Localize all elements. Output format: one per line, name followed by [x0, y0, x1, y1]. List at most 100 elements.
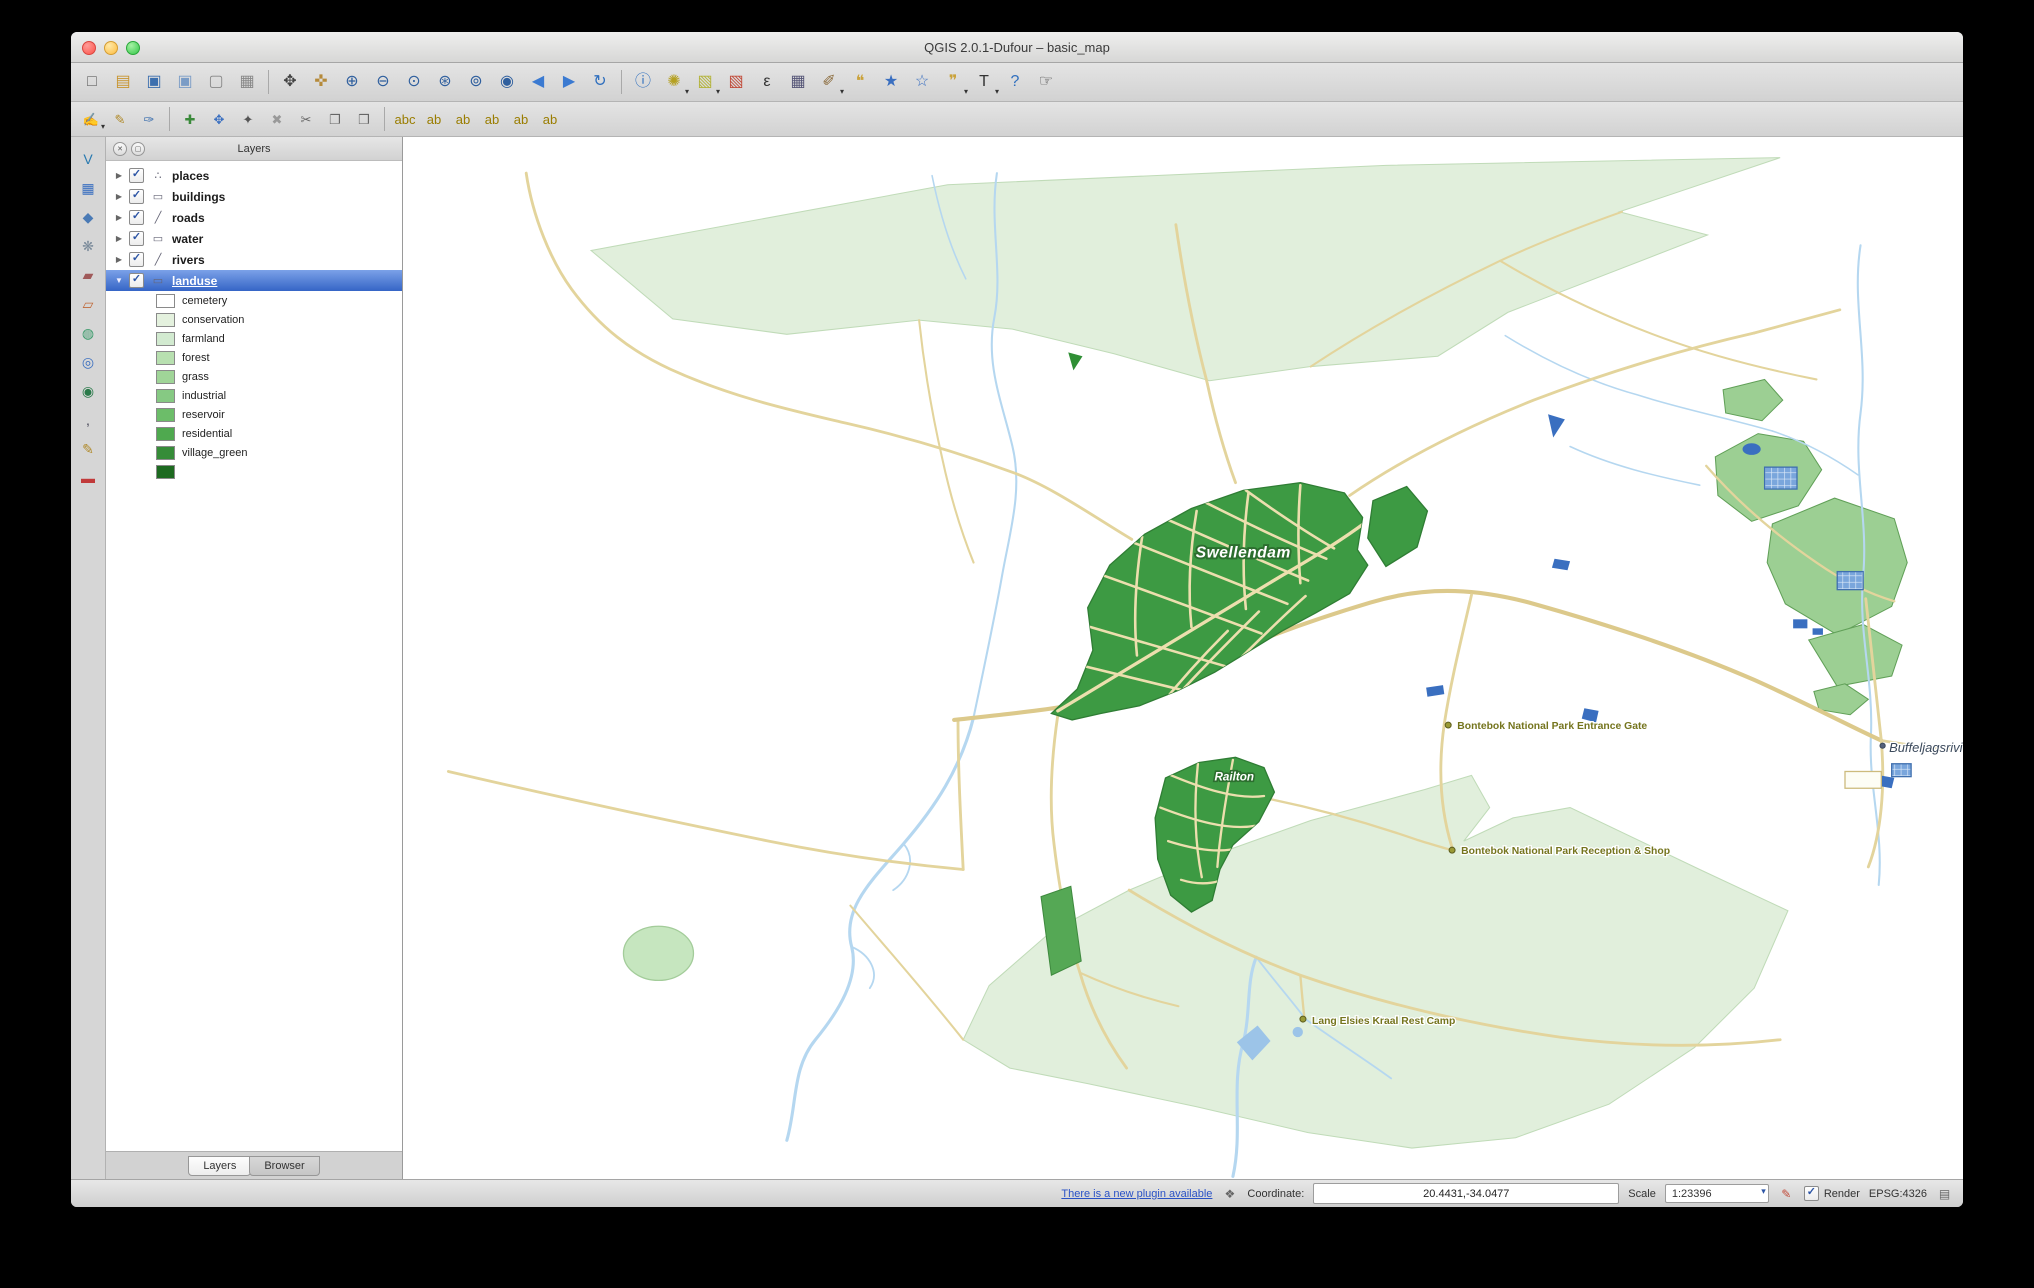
expand-caret-icon[interactable]: ▶ [113, 192, 125, 201]
cut-features-button[interactable]: ✂ [292, 106, 320, 132]
add-raster-layer-button[interactable]: ▦ [75, 176, 101, 200]
messages-icon[interactable]: ▤ [1936, 1185, 1953, 1202]
add-wcs-layer-button[interactable]: ◎ [75, 350, 101, 374]
close-button[interactable] [82, 41, 96, 55]
legend-item-reservoir[interactable]: reservoir [106, 405, 402, 424]
layer-checkbox[interactable]: ✓ [129, 189, 144, 204]
layers-panel-header[interactable]: ✕ ▢ Layers [106, 137, 402, 161]
layer-checkbox[interactable]: ✓ [129, 210, 144, 225]
select-features-button[interactable]: ▧ ▾ [690, 67, 720, 97]
panel-float-button[interactable]: ▢ [131, 142, 145, 156]
current-edits-button[interactable]: ✍ ▾ [77, 106, 105, 132]
layer-item-rivers[interactable]: ▶ ✓ ╱ rivers [106, 249, 402, 270]
layer-item-landuse[interactable]: ▼ ✓ ▭ landuse [106, 270, 402, 291]
layer-item-buildings[interactable]: ▶ ✓ ▭ buildings [106, 186, 402, 207]
pan-map-button[interactable]: ✥ [275, 67, 305, 97]
legend-item-village-green[interactable]: village_green [106, 443, 402, 462]
add-oracle-layer-button[interactable]: ▱ [75, 292, 101, 316]
zoom-to-layer-button[interactable]: ◉ [492, 67, 522, 97]
zoom-next-button[interactable]: ▶ [554, 67, 584, 97]
layer-item-roads[interactable]: ▶ ✓ ╱ roads [106, 207, 402, 228]
plugin-icon[interactable]: ❖ [1221, 1185, 1238, 1202]
zoom-full-button[interactable]: ⊛ [430, 67, 460, 97]
new-bookmark-button[interactable]: ★ [876, 67, 906, 97]
toggle-editing-button[interactable]: ✎ [106, 106, 134, 132]
expand-caret-icon[interactable]: ▶ [113, 234, 125, 243]
map-canvas[interactable]: Swellendam Railton Bontebok National Par… [403, 137, 1963, 1179]
zoom-to-selection-button[interactable]: ⊚ [461, 67, 491, 97]
legend-item-unlabeled[interactable] [106, 462, 402, 481]
save-project-as-button[interactable]: ▣ [170, 67, 200, 97]
legend-item-forest[interactable]: forest [106, 348, 402, 367]
deselect-features-button[interactable]: ▧ [721, 67, 751, 97]
layer-checkbox[interactable]: ✓ [129, 252, 144, 267]
add-wfs-layer-button[interactable]: ◉ [75, 379, 101, 403]
expand-caret-icon[interactable]: ▶ [113, 171, 125, 180]
delete-selected-button[interactable]: ✖ [263, 106, 291, 132]
save-edits-button[interactable]: ✑ [135, 106, 163, 132]
legend-item-conservation[interactable]: conservation [106, 310, 402, 329]
add-feature-button[interactable]: ✚ [176, 106, 204, 132]
zoom-button[interactable] [126, 41, 140, 55]
label-rotate-button[interactable]: ab [507, 106, 535, 132]
labeling-button[interactable]: abc [391, 106, 419, 132]
show-bookmarks-button[interactable]: ☆ [907, 67, 937, 97]
legend-item-cemetery[interactable]: cemetery [106, 291, 402, 310]
render-checkbox[interactable]: ✓ Render [1804, 1186, 1860, 1201]
title-bar[interactable]: QGIS 2.0.1-Dufour – basic_map [71, 32, 1963, 63]
expand-caret-icon[interactable]: ▼ [113, 276, 125, 285]
label-move-button[interactable]: ab [478, 106, 506, 132]
plugin-link[interactable]: There is a new plugin available [1061, 1188, 1212, 1200]
zoom-last-button[interactable]: ◀ [523, 67, 553, 97]
refresh-map-button[interactable]: ↻ [585, 67, 615, 97]
tab-layers[interactable]: Layers [188, 1156, 251, 1176]
legend-item-grass[interactable]: grass [106, 367, 402, 386]
measure-button[interactable]: ✐ ▾ [814, 67, 844, 97]
paste-features-button[interactable]: ❒ [350, 106, 378, 132]
add-csv-layer-button[interactable]: , [75, 408, 101, 432]
layer-item-places[interactable]: ▶ ✓ ∴ places [106, 165, 402, 186]
text-annotation-button[interactable]: T ▾ [969, 67, 999, 97]
node-tool-button[interactable]: ✦ [234, 106, 262, 132]
add-postgis-layer-button[interactable]: ◆ [75, 205, 101, 229]
add-spatialite-layer-button[interactable]: ❋ [75, 234, 101, 258]
zoom-actual-button[interactable]: ⊙ [399, 67, 429, 97]
new-shapefile-layer-button[interactable]: ✎ [75, 437, 101, 461]
layer-item-water[interactable]: ▶ ✓ ▭ water [106, 228, 402, 249]
whats-this-button[interactable]: ☞ [1031, 67, 1061, 97]
label-properties-button[interactable]: ab [536, 106, 564, 132]
layer-checkbox[interactable]: ✓ [129, 273, 144, 288]
attribute-table-button[interactable]: ▦ [783, 67, 813, 97]
copy-features-button[interactable]: ❐ [321, 106, 349, 132]
zoom-out-button[interactable]: ⊖ [368, 67, 398, 97]
label-pin-button[interactable]: ab [420, 106, 448, 132]
legend-item-farmland[interactable]: farmland [106, 329, 402, 348]
add-mssql-layer-button[interactable]: ▰ [75, 263, 101, 287]
draw-icon[interactable]: ✎ [1778, 1185, 1795, 1202]
coordinate-input[interactable] [1313, 1183, 1619, 1204]
add-wms-layer-button[interactable]: ◍ [75, 321, 101, 345]
new-project-button[interactable]: □ [77, 67, 107, 97]
panel-close-button[interactable]: ✕ [113, 142, 127, 156]
feature-action-button[interactable]: ✺ ▾ [659, 67, 689, 97]
minimize-button[interactable] [104, 41, 118, 55]
tab-browser[interactable]: Browser [249, 1156, 319, 1176]
layer-checkbox[interactable]: ✓ [129, 168, 144, 183]
help-button[interactable]: ? [1000, 67, 1030, 97]
add-vector-layer-button[interactable]: V [75, 147, 101, 171]
pan-to-selection-button[interactable]: ✜ [306, 67, 336, 97]
save-project-button[interactable]: ▣ [139, 67, 169, 97]
legend-item-industrial[interactable]: industrial [106, 386, 402, 405]
remove-layer-button[interactable]: ▬ [75, 466, 101, 490]
expand-caret-icon[interactable]: ▶ [113, 213, 125, 222]
new-composer-button[interactable]: ▢ [201, 67, 231, 97]
expand-caret-icon[interactable]: ▶ [113, 255, 125, 264]
move-feature-button[interactable]: ✥ [205, 106, 233, 132]
map-tips-button[interactable]: ❝ [845, 67, 875, 97]
annotation-button[interactable]: ❞ ▾ [938, 67, 968, 97]
composer-manager-button[interactable]: ▦ [232, 67, 262, 97]
legend-item-residential[interactable]: residential [106, 424, 402, 443]
field-calculator-button[interactable]: ε [752, 67, 782, 97]
identify-button[interactable]: ⓘ [628, 67, 658, 97]
scale-combo[interactable]: 1:23396 ▾ [1665, 1184, 1769, 1203]
